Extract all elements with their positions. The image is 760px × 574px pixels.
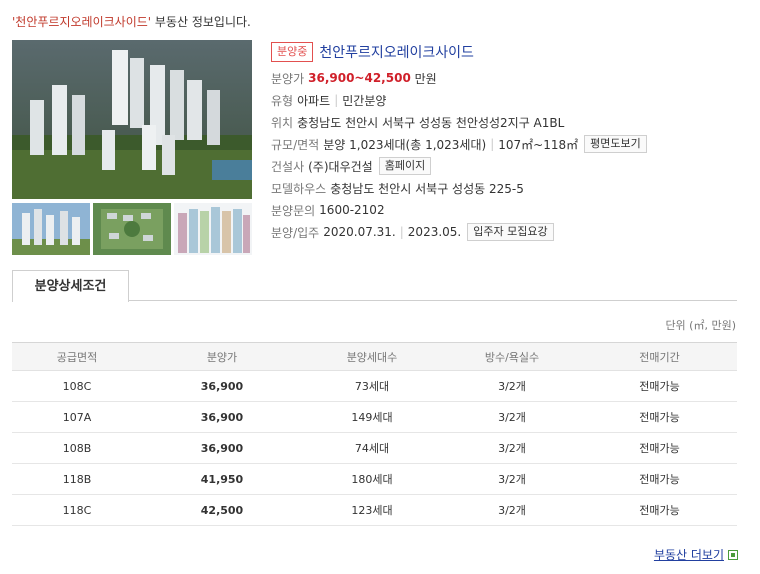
builder-row: 건설사 (주)대우건설 홈페이지 — [271, 156, 432, 176]
scale-value: 분양 1,023세대(총 1,023세대) — [323, 137, 487, 152]
scale-label: 규모/면적 — [271, 137, 320, 152]
tab-divider — [128, 300, 737, 301]
title-row: 분양중 천안푸르지오레이크사이드 — [271, 41, 474, 63]
move-in-date: 2023.05. — [407, 225, 462, 239]
more-icon — [728, 549, 738, 560]
col-price: 분양가 — [142, 342, 302, 371]
price-label: 분양가 — [271, 71, 305, 86]
unit-note: 단위 (㎡, 만원) — [665, 319, 736, 332]
table-row: 118C 42,500 123세대 3/2개 전매가능 — [12, 494, 737, 526]
property-name-link[interactable]: 천안푸르지오레이크사이드 — [319, 42, 474, 62]
type-value-2: 민간분양 — [342, 93, 387, 108]
thumbnail-1[interactable] — [12, 203, 90, 255]
location-value: 충청남도 천안시 서북구 성성동 천안성성2지구 A1BL — [297, 115, 565, 130]
table-row: 108C 36,900 73세대 3/2개 전매가능 — [12, 370, 737, 402]
sale-date: 2020.07.31. — [323, 225, 396, 239]
scale-row: 규모/면적 분양 1,023세대(총 1,023세대) | 107㎡~118㎡ … — [271, 134, 647, 154]
thumbnail-2[interactable] — [93, 203, 171, 255]
location-label: 위치 — [271, 115, 294, 130]
model-house-label: 모델하우스 — [271, 181, 327, 196]
contact-value: 1600-2102 — [319, 203, 385, 217]
more-link-label: 부동산 더보기 — [653, 548, 724, 562]
price-row: 분양가 36,900~42,500 만원 — [271, 68, 437, 88]
contact-label: 분양문의 — [271, 203, 316, 218]
builder-label: 건설사 — [271, 159, 305, 174]
col-units: 분양세대수 — [302, 342, 442, 371]
more-real-estate-link[interactable]: 부동산 더보기 — [654, 546, 738, 563]
table-header-row: 공급면적 분양가 분양세대수 방수/욕실수 전매기간 — [12, 342, 737, 371]
type-value: 아파트 — [297, 93, 331, 108]
col-resale-period: 전매기간 — [582, 342, 737, 371]
location-row: 위치 충청남도 천안시 서북구 성성동 천안성성2지구 A1BL — [271, 112, 564, 132]
recruitment-notice-button[interactable]: 입주자 모집요강 — [467, 223, 554, 241]
type-row: 유형 아파트 | 민간분양 — [271, 93, 387, 108]
area-value: 107㎡~118㎡ — [498, 137, 579, 152]
floorplan-button[interactable]: 평면도보기 — [584, 135, 647, 153]
col-rooms: 방수/욕실수 — [442, 342, 582, 371]
contact-row: 분양문의 1600-2102 — [271, 200, 385, 220]
type-label: 유형 — [271, 93, 294, 108]
price-unit: 만원 — [414, 71, 437, 86]
tab-sale-details[interactable]: 분양상세조건 — [12, 270, 129, 302]
sale-conditions-table: 공급면적 분양가 분양세대수 방수/욕실수 전매기간 108C 36,900 7… — [12, 342, 737, 526]
homepage-button[interactable]: 홈페이지 — [378, 157, 432, 175]
status-badge: 분양중 — [271, 42, 314, 62]
headline-suffix: 부동산 정보입니다. — [151, 15, 251, 29]
thumbnail-3[interactable] — [174, 203, 252, 255]
table-row: 118B 41,950 180세대 3/2개 전매가능 — [12, 463, 737, 495]
col-supply-area: 공급면적 — [12, 342, 142, 371]
model-house-value: 충청남도 천안시 서북구 성성동 225-5 — [330, 181, 524, 196]
property-info: 분양중 천안푸르지오레이크사이드 분양가 36,900~42,500 만원 유형… — [271, 41, 647, 241]
model-house-row: 모델하우스 충청남도 천안시 서북구 성성동 225-5 — [271, 178, 524, 198]
table-row: 107A 36,900 149세대 3/2개 전매가능 — [12, 401, 737, 433]
dates-label: 분양/입주 — [271, 225, 320, 240]
headline: '천안푸르지오레이크사이드' 부동산 정보입니다. — [12, 13, 251, 30]
headline-property-name: '천안푸르지오레이크사이드' — [12, 15, 152, 29]
dates-row: 분양/입주 2020.07.31. | 2023.05. 입주자 모집요강 — [271, 222, 554, 242]
property-main-image[interactable] — [12, 40, 252, 199]
builder-value: (주)대우건설 — [308, 159, 373, 174]
price-value: 36,900~42,500 — [308, 71, 411, 85]
table-row: 108B 36,900 74세대 3/2개 전매가능 — [12, 432, 737, 464]
